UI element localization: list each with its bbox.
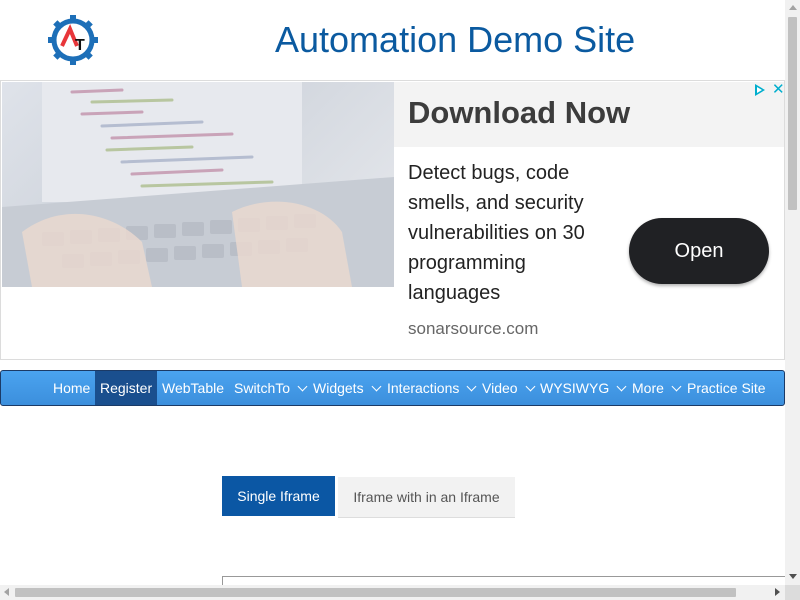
scroll-right-icon[interactable] [775,588,780,596]
scrollbar-thumb[interactable] [15,588,736,597]
advertisement[interactable]: Download Now Detect bugs, code smells, a… [0,80,785,360]
nav-more[interactable]: More [632,371,682,405]
vertical-scrollbar[interactable] [785,0,800,585]
nav-video[interactable]: Video [482,371,536,405]
scroll-up-icon[interactable] [789,5,797,10]
logo-icon[interactable]: T [48,14,98,66]
nav-home-label: Home [53,380,91,396]
ad-choices[interactable]: ✕ [753,81,784,98]
site-title: Automation Demo Site [275,19,636,60]
chevron-down-icon [671,381,682,392]
nav-wysiwyg[interactable]: WYSIWYG [540,371,627,405]
adchoices-icon[interactable] [755,84,765,96]
chevron-down-icon [297,381,308,392]
nav-switchto-label: SwitchTo [234,380,291,396]
chevron-down-icon [616,381,627,392]
main-nav: Home Register WebTable SwitchTo Widgets … [0,370,785,406]
scrollbar-thumb[interactable] [788,17,797,210]
nav-interactions[interactable]: Interactions [387,371,477,405]
nav-home[interactable]: Home [53,371,90,405]
ad-headline[interactable]: Download Now [408,95,630,131]
nav-webtable-label: WebTable [162,380,225,396]
ad-laptop-image[interactable] [2,82,394,287]
close-icon[interactable]: ✕ [772,81,784,98]
nav-widgets[interactable]: Widgets [313,371,382,405]
nav-register-label: Register [100,380,153,396]
site-header: T Automation Demo Site [0,0,785,80]
nav-webtable[interactable]: WebTable [162,371,224,405]
svg-text:T: T [75,37,85,54]
chevron-down-icon [525,381,536,392]
ad-body-text[interactable]: Detect bugs, code smells, and security v… [408,158,618,308]
nav-wysiwyg-label: WYSIWYG [540,380,610,396]
tab-single-iframe[interactable]: Single Iframe [222,476,335,516]
scrollbar-corner [785,585,800,600]
nav-interactions-label: Interactions [387,380,460,396]
tab-nested-iframe[interactable]: Iframe with in an Iframe [338,477,515,518]
horizontal-scrollbar[interactable] [0,585,785,600]
chevron-down-icon [371,381,382,392]
nav-register[interactable]: Register [95,371,158,405]
nav-video-label: Video [482,380,518,396]
scroll-left-icon[interactable] [4,588,9,596]
nav-widgets-label: Widgets [313,380,364,396]
nav-more-label: More [632,380,664,396]
scroll-down-icon[interactable] [789,574,797,579]
nav-practice-site[interactable]: Practice Site [687,371,766,405]
ad-domain[interactable]: sonarsource.com [408,319,538,339]
chevron-down-icon [466,381,477,392]
nav-practice-site-label: Practice Site [687,380,766,396]
ad-open-button[interactable]: Open [629,218,769,284]
nav-switchto[interactable]: SwitchTo [234,371,308,405]
